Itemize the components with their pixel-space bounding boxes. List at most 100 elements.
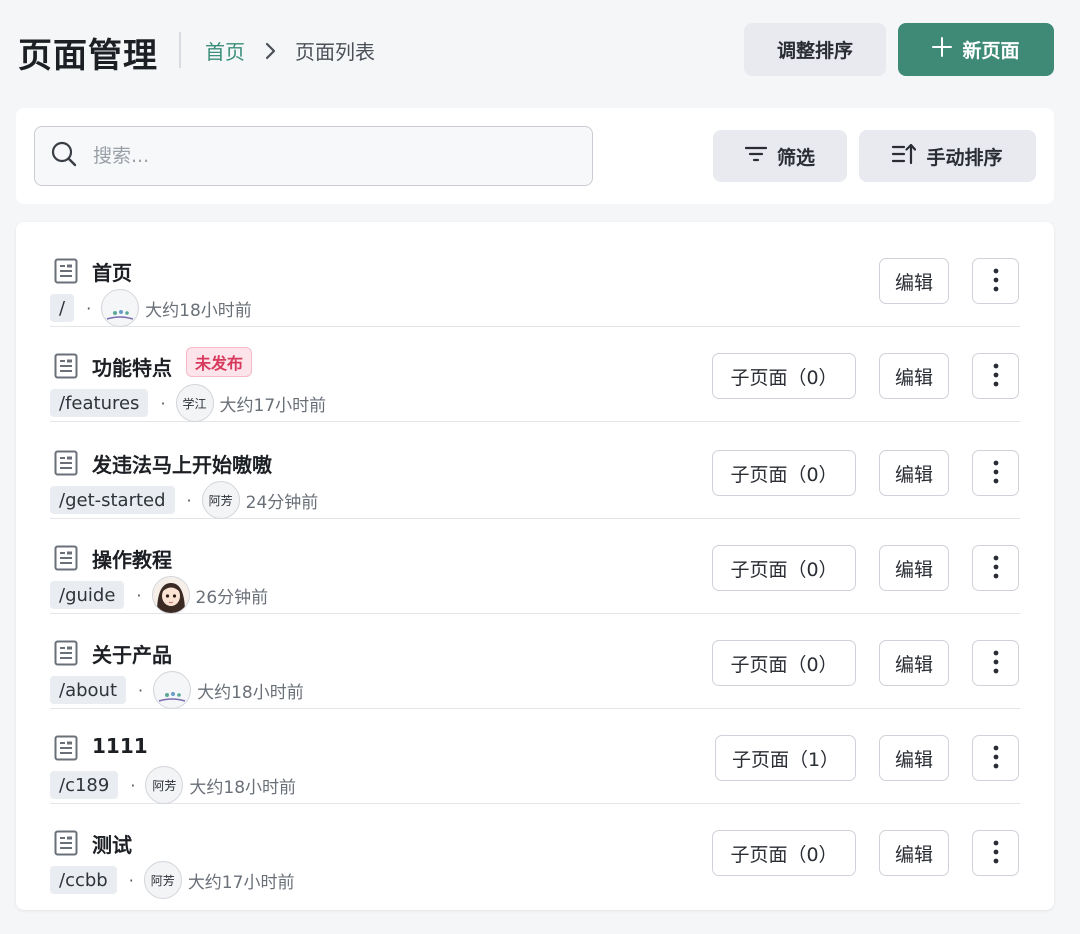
page-row[interactable]: 测试 /ccbb · 阿芳 大约17小时前 子页面（0） 编辑: [50, 804, 1020, 899]
page-list: 首页 / · 大约18小时前 编辑 功能特点 未发布 /features · 学…: [16, 222, 1054, 910]
chevron-right-icon: [265, 42, 277, 60]
edit-button[interactable]: 编辑: [879, 353, 949, 399]
child-pages-button[interactable]: 子页面（0）: [712, 545, 856, 591]
page-row[interactable]: 首页 / · 大约18小时前 编辑: [50, 232, 1020, 327]
page-row[interactable]: 操作教程 /guide · 26分钟前 子页面（0） 编辑: [50, 519, 1020, 614]
avatar: 阿芳: [201, 481, 240, 519]
document-icon: [54, 735, 78, 765]
meta-separator: ·: [160, 393, 166, 413]
breadcrumb-home-link[interactable]: 首页: [205, 36, 245, 65]
avatar: [153, 671, 192, 709]
child-pages-button[interactable]: 子页面（0）: [712, 450, 856, 496]
more-options-button[interactable]: [972, 545, 1019, 591]
page-meta: /about · 大约18小时前: [50, 671, 304, 709]
updated-time: 24分钟前: [245, 492, 319, 513]
updated-time: 大约17小时前: [187, 872, 295, 893]
page-slug: /get-started: [50, 486, 175, 514]
page-slug: /ccbb: [50, 866, 117, 894]
more-vertical-icon: [993, 745, 999, 772]
edit-button[interactable]: 编辑: [879, 258, 949, 304]
adjust-sort-button[interactable]: 调整排序: [744, 23, 886, 76]
scenery-avatar-icon: [103, 291, 138, 325]
edit-button[interactable]: 编辑: [879, 450, 949, 496]
toolbar: 筛选 手动排序: [16, 108, 1054, 204]
edit-button[interactable]: 编辑: [879, 735, 949, 781]
document-icon: [54, 353, 78, 383]
page-slug: /about: [50, 676, 126, 704]
document-icon: [54, 258, 78, 288]
page-meta: /c189 · 阿芳 大约18小时前: [50, 766, 297, 804]
more-vertical-icon: [993, 460, 999, 487]
page-meta: /guide · 26分钟前: [50, 576, 269, 614]
child-pages-button[interactable]: 子页面（0）: [712, 830, 856, 876]
page-meta: /features · 学江 大约17小时前: [50, 384, 326, 422]
updated-time: 大约18小时前: [145, 300, 252, 321]
document-icon: [54, 450, 78, 480]
page-meta: /ccbb · 阿芳 大约17小时前: [50, 861, 295, 899]
edit-button[interactable]: 编辑: [879, 830, 949, 876]
breadcrumb: 首页 页面列表: [205, 36, 375, 65]
edit-button[interactable]: 编辑: [879, 545, 949, 591]
meta-separator: ·: [86, 298, 92, 318]
meta-separator: ·: [136, 585, 142, 605]
updated-time: 大约18小时前: [189, 777, 297, 798]
page-title: 页面管理: [18, 36, 158, 76]
sort-icon: [892, 143, 917, 170]
document-icon: [54, 830, 78, 860]
girl-avatar-icon: [152, 577, 189, 613]
new-page-button[interactable]: 新页面: [898, 23, 1054, 76]
status-badge: 未发布: [186, 347, 253, 377]
updated-time: 26分钟前: [195, 587, 269, 608]
edit-button[interactable]: 编辑: [879, 640, 949, 686]
avatar: 学江: [175, 384, 214, 422]
manual-sort-button[interactable]: 手动排序: [859, 130, 1036, 182]
page-row[interactable]: 功能特点 未发布 /features · 学江 大约17小时前 子页面（0） 编…: [50, 327, 1020, 422]
search-box[interactable]: [34, 126, 593, 186]
meta-separator: ·: [128, 870, 134, 890]
more-options-button[interactable]: [972, 830, 1019, 876]
page-row[interactable]: 关于产品 /about · 大约18小时前 子页面（0） 编辑: [50, 614, 1020, 709]
page-meta: / · 大约18小时前: [50, 289, 252, 327]
page-title-text[interactable]: 测试: [92, 829, 132, 858]
plus-icon: [932, 37, 953, 62]
page-row[interactable]: 1111 /c189 · 阿芳 大约18小时前 子页面（1） 编辑: [50, 709, 1020, 804]
more-options-button[interactable]: [972, 258, 1019, 304]
page-slug: /features: [50, 389, 149, 417]
page-title-text[interactable]: 1111: [92, 734, 148, 758]
breadcrumb-current: 页面列表: [295, 40, 375, 64]
meta-separator: ·: [186, 490, 192, 510]
filter-icon: [744, 145, 768, 168]
more-options-button[interactable]: [972, 735, 1019, 781]
page-header: 页面管理 首页 页面列表 调整排序 新页面: [0, 0, 1080, 100]
more-vertical-icon: [993, 363, 999, 390]
page-slug: /guide: [50, 581, 125, 609]
page-title-text[interactable]: 关于产品: [92, 639, 172, 668]
page-row[interactable]: 发违法马上开始嗷嗷 /get-started · 阿芳 24分钟前 子页面（0）…: [50, 424, 1020, 519]
avatar: [151, 576, 190, 614]
page-title-text[interactable]: 操作教程: [92, 544, 172, 573]
page-slug: /: [50, 294, 75, 322]
child-pages-button[interactable]: 子页面（0）: [712, 640, 856, 686]
search-input[interactable]: [93, 145, 553, 167]
title-divider: [179, 32, 181, 68]
page-title-text[interactable]: 首页: [92, 257, 132, 286]
avatar: 阿芳: [145, 766, 184, 804]
child-pages-button[interactable]: 子页面（0）: [712, 353, 856, 399]
child-pages-button[interactable]: 子页面（1）: [715, 735, 856, 781]
updated-time: 大约18小时前: [197, 682, 304, 703]
avatar: 阿芳: [143, 861, 182, 899]
meta-separator: ·: [138, 680, 144, 700]
page-title-text[interactable]: 发违法马上开始嗷嗷: [92, 449, 272, 478]
more-vertical-icon: [993, 555, 999, 582]
more-options-button[interactable]: [972, 640, 1019, 686]
search-icon: [51, 141, 77, 171]
more-options-button[interactable]: [972, 450, 1019, 496]
page-meta: /get-started · 阿芳 24分钟前: [50, 481, 319, 519]
manual-sort-label: 手动排序: [926, 146, 1003, 169]
more-vertical-icon: [993, 268, 999, 295]
document-icon: [54, 545, 78, 575]
page-slug: /c189: [50, 771, 119, 799]
more-options-button[interactable]: [972, 353, 1019, 399]
page-title-text[interactable]: 功能特点: [92, 352, 172, 381]
filter-button[interactable]: 筛选: [713, 130, 847, 182]
